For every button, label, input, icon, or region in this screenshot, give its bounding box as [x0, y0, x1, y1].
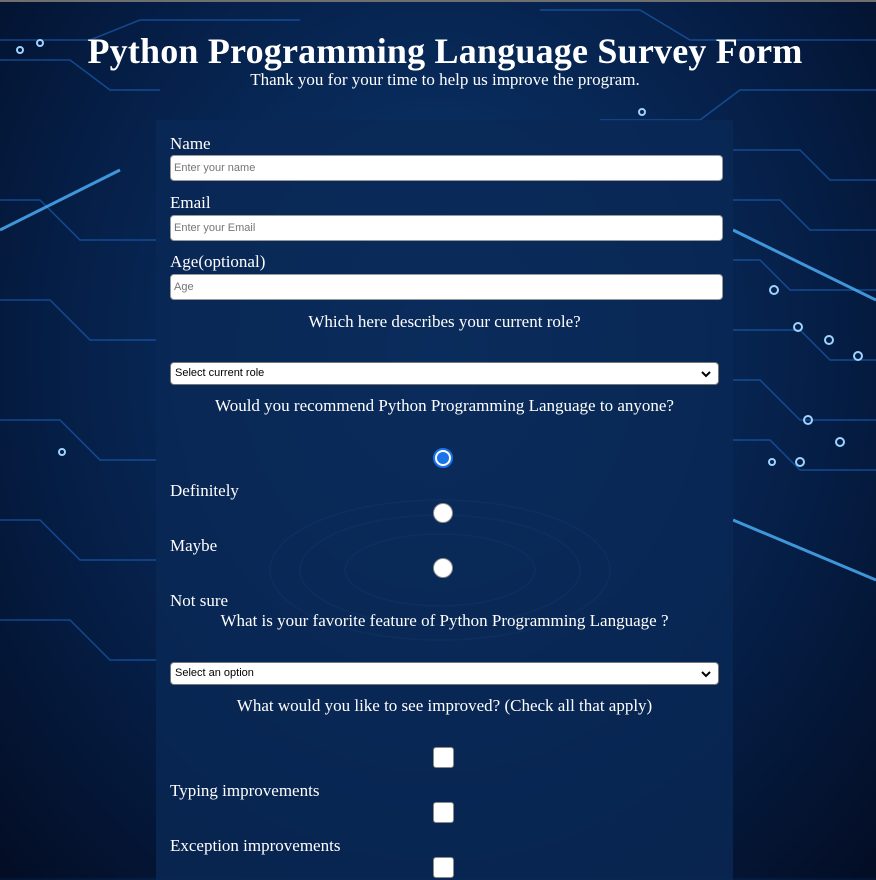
age-input[interactable] — [170, 274, 723, 300]
checkbox-third[interactable] — [433, 857, 454, 878]
checkbox-exception[interactable] — [433, 802, 454, 823]
feature-select-value: Select an option — [175, 667, 254, 679]
name-input[interactable] — [170, 155, 723, 181]
role-select[interactable]: Select current role — [170, 362, 719, 385]
page-title: Python Programming Language Survey Form — [87, 31, 803, 71]
radio-maybe[interactable] — [433, 503, 453, 523]
email-input[interactable] — [170, 215, 723, 241]
feature-select[interactable]: Select an option — [170, 662, 719, 685]
radio-definitely-label: Definitely — [170, 481, 239, 500]
survey-form: Name Email Age(optional) Which here desc… — [156, 120, 733, 880]
page-subtitle: Thank you for your time to help us impro… — [250, 70, 640, 89]
chevron-down-icon — [701, 371, 711, 378]
radio-not-sure-label: Not sure — [170, 591, 229, 610]
email-label: Email — [170, 193, 211, 212]
checkbox-typing[interactable] — [433, 747, 454, 768]
name-label: Name — [170, 134, 211, 153]
radio-maybe-label: Maybe — [170, 536, 218, 555]
radio-definitely[interactable] — [433, 448, 453, 468]
checkbox-typing-label: Typing improvements — [170, 781, 320, 800]
role-select-value: Select current role — [175, 367, 265, 379]
feature-question: What is your favorite feature of Python … — [220, 611, 669, 630]
radio-not-sure[interactable] — [433, 558, 453, 578]
chevron-down-icon — [701, 671, 711, 678]
checkbox-exception-label: Exception improvements — [170, 836, 341, 855]
recommend-question: Would you recommend Python Programming L… — [215, 396, 674, 415]
improvements-question: What would you like to see improved? (Ch… — [236, 696, 653, 715]
age-label: Age(optional) — [170, 252, 266, 271]
role-question: Which here describes your current role? — [308, 312, 581, 331]
